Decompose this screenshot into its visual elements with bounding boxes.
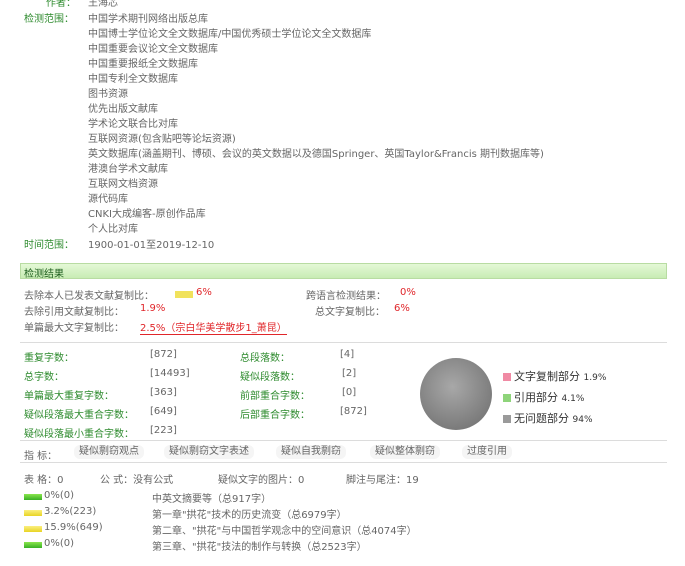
scope-item: 个人比对库 [88, 224, 138, 235]
self-removed-bar [175, 291, 193, 298]
scope-item: 中国重要会议论文全文数据库 [88, 44, 218, 55]
scope-item: 互联网资源(包含贴吧等论坛资源) [88, 134, 236, 145]
notes-count: 脚注与尾注：19 [346, 475, 419, 486]
tables-count: 表 格：0 [24, 475, 64, 486]
scope-item: 互联网文档资源 [88, 179, 158, 190]
formulas-info: 公 式：没有公式 [100, 475, 174, 486]
author-value: 王海芯 [88, 0, 118, 9]
section-percent: 0%(0) [44, 538, 75, 549]
legend-copy-swatch [503, 373, 511, 381]
quote-removed-label: 去除引用文献复制比： [24, 307, 124, 318]
total-chars-value: [14493] [150, 368, 190, 379]
section-title-link[interactable]: 第二章、"拱花"与中国哲学观念中的空间意识（总4074字） [152, 522, 417, 537]
back-overlap-value: [872] [340, 406, 367, 417]
filters-label: 指 标： [24, 451, 58, 462]
section-title-link[interactable]: 中英文摘要等（总917字） [152, 490, 271, 505]
section-title-link[interactable]: 第一章"拱花"技术的历史流变（总6979字） [152, 506, 347, 521]
scope-item: 优先出版文献库 [88, 104, 158, 115]
section-percent: 0%(0) [44, 490, 75, 501]
front-overlap-label: 前部重合字数： [240, 391, 310, 402]
sus-paras-value: [2] [342, 368, 357, 379]
sus-para-max-label: 疑似段落最大重合字数： [24, 410, 134, 421]
section-percent: 3.2%(223) [44, 506, 97, 517]
filter-whole-plagiarism[interactable]: 疑似整体剽窃 [370, 445, 440, 459]
single-max-dup-value: [363] [150, 387, 177, 398]
single-max-dup-label: 单篇最大重复字数： [24, 391, 114, 402]
filter-plagiarized-views[interactable]: 疑似剽窃观点 [74, 445, 144, 459]
time-range-label: 时间范围： [24, 240, 74, 251]
scope-item: 中国专利全文数据库 [88, 74, 178, 85]
total-copy-label: 总文字复制比： [315, 307, 385, 318]
pie-clean-slice [420, 358, 492, 430]
section-title-link[interactable]: 第三章、"拱花"技法的制作与转换（总2523字） [152, 538, 367, 553]
author-label: 作者： [46, 0, 76, 9]
scope-item: 中国博士学位论文全文数据库/中国优秀硕士学位论文全文数据库 [88, 29, 372, 40]
result-title: 检测结果 [24, 269, 64, 280]
filter-self-plagiarism[interactable]: 疑似自我剽窃 [276, 445, 346, 459]
self-removed-value: 6% [196, 287, 212, 298]
scope-item: 港澳台学术文献库 [88, 164, 168, 175]
sus-paras-label: 疑似段落数： [240, 372, 300, 383]
legend-clean-value: 94% [572, 415, 593, 425]
legend-cite: 引用部分 4.1% [503, 389, 584, 405]
total-paras-label: 总段落数： [240, 353, 290, 364]
scope-item: CNKI大成编客-原创作品库 [88, 209, 206, 220]
copy-ratio-pie [420, 358, 492, 430]
result-header-bar: 检测结果 [20, 263, 667, 280]
sus-para-min-label: 疑似段落最小重合字数： [24, 429, 134, 440]
scope-item: 图书资源 [88, 89, 128, 100]
legend-cite-label: 引用部分 [514, 391, 558, 404]
single-max-link[interactable]: 2.5%（宗白华美学散步1_萧昆） [140, 319, 287, 335]
divider [20, 440, 667, 441]
filter-plagiarized-wording[interactable]: 疑似剽窃文字表述 [164, 445, 254, 459]
section-progress-bar [24, 510, 42, 516]
section-progress-bar [24, 542, 42, 548]
sus-para-max-value: [649] [150, 406, 177, 417]
legend-copy: 文字复制部分 1.9% [503, 368, 606, 384]
legend-cite-swatch [503, 394, 511, 402]
quote-removed-value: 1.9% [140, 303, 166, 314]
images-count: 疑似文字的图片：0 [218, 475, 305, 486]
single-max-label: 单篇最大文字复制比： [24, 323, 124, 334]
scope-item: 英文数据库(涵盖期刊、博硕、会议的英文数据以及德国Springer、英国Tayl… [88, 149, 544, 160]
divider [20, 462, 667, 463]
legend-clean-swatch [503, 415, 511, 423]
cross-lang-label: 跨语言检测结果： [306, 291, 386, 302]
total-paras-value: [4] [340, 349, 355, 360]
time-range-value: 1900-01-01至2019-12-10 [88, 240, 215, 251]
dup-chars-value: [872] [150, 349, 177, 360]
total-copy-value: 6% [394, 303, 410, 314]
total-chars-label: 总字数： [24, 372, 64, 383]
legend-copy-label: 文字复制部分 [514, 370, 580, 383]
scope-item: 源代码库 [88, 194, 128, 205]
scope-item: 学术论文联合比对库 [88, 119, 178, 130]
scope-label: 检测范围： [24, 14, 74, 25]
filter-over-citation[interactable]: 过度引用 [462, 445, 512, 459]
self-removed-label: 去除本人已发表文献复制比： [24, 291, 154, 302]
scope-item: 中国重要报纸全文数据库 [88, 59, 198, 70]
section-progress-bar [24, 526, 42, 532]
legend-copy-value: 1.9% [583, 373, 607, 383]
cross-lang-value: 0% [400, 287, 416, 298]
back-overlap-label: 后部重合字数： [240, 410, 310, 421]
legend-clean-label: 无问题部分 [514, 412, 569, 425]
divider [20, 342, 667, 343]
scope-item: 中国学术期刊网络出版总库 [88, 14, 208, 25]
sus-para-min-value: [223] [150, 425, 177, 436]
section-percent: 15.9%(649) [44, 522, 103, 533]
legend-cite-value: 4.1% [561, 394, 585, 404]
front-overlap-value: [0] [342, 387, 357, 398]
section-progress-bar [24, 494, 42, 500]
dup-chars-label: 重复字数： [24, 353, 74, 364]
legend-clean: 无问题部分 94% [503, 410, 593, 426]
